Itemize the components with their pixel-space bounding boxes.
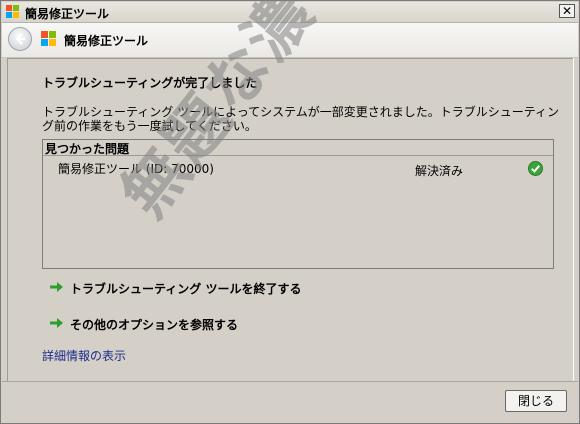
troubleshooter-window: 簡易修正ツール ✕ 簡易修正ツール トラブルシューティングが完了しました トラブ… (0, 0, 580, 424)
action-label: その他のオプションを参照する (70, 318, 239, 332)
divider (43, 155, 553, 156)
problem-name: 簡易修正ツール (ID: 70000) (58, 162, 214, 176)
green-arrow-icon (50, 318, 63, 328)
navigation-header: 簡易修正ツール (2, 23, 578, 58)
result-message: トラブルシューティング ツールによってシステムが一部変更されました。トラブルシュ… (42, 105, 560, 133)
back-arrow-icon (15, 33, 25, 45)
window-title: 簡易修正ツール (25, 7, 110, 21)
problems-found-panel: 見つかった問題 簡易修正ツール (ID: 70000) 解決済み (42, 139, 554, 269)
troubleshooter-logo-icon (41, 31, 56, 46)
action-label: トラブルシューティング ツールを終了する (70, 282, 302, 296)
resolved-check-icon (528, 161, 543, 176)
view-details-link[interactable]: 詳細情報の表示 (42, 347, 126, 364)
close-button[interactable]: 閉じる (505, 390, 567, 412)
footer-divider (2, 381, 578, 382)
windows-logo-icon (6, 5, 19, 18)
green-arrow-icon (50, 282, 63, 292)
header-title: 簡易修正ツール (64, 34, 149, 48)
problem-status: 解決済み (415, 164, 464, 178)
back-button[interactable] (8, 27, 32, 51)
window-close-button[interactable]: ✕ (559, 4, 575, 18)
title-bar: 簡易修正ツール ✕ (2, 2, 578, 23)
page-title: トラブルシューティングが完了しました (42, 76, 258, 90)
